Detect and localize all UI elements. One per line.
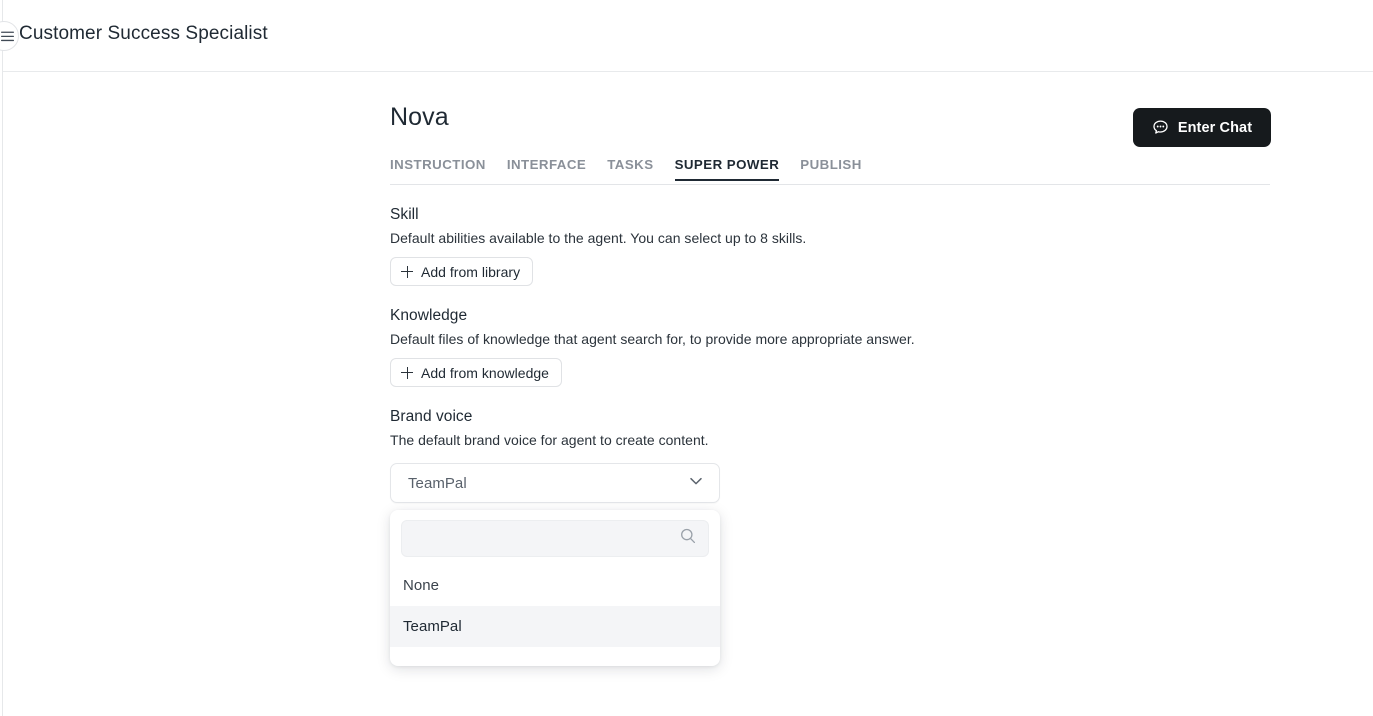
tab-instruction[interactable]: INSTRUCTION [390,156,486,181]
brand-voice-select[interactable]: TeamPal [390,463,720,503]
tab-interface[interactable]: INTERFACE [507,156,586,181]
sidebar-edge-divider [2,0,3,716]
add-from-library-label: Add from library [421,263,521,280]
knowledge-title: Knowledge [390,307,468,324]
add-from-knowledge-label: Add from knowledge [421,364,549,381]
tab-publish[interactable]: PUBLISH [800,156,862,181]
brand-voice-selected-value: TeamPal [408,474,467,492]
add-from-library-button[interactable]: Add from library [390,257,534,286]
tab-super-power[interactable]: SUPER POWER [675,156,780,181]
brand-voice-option-teampal[interactable]: TeamPal [390,606,720,647]
chevron-down-icon [687,472,705,495]
hamburger-menu-button[interactable] [0,21,19,51]
brand-voice-title: Brand voice [390,408,473,425]
brand-voice-search-wrapper[interactable] [401,520,709,557]
hamburger-menu-icon [0,31,14,42]
brand-voice-dropdown: None TeamPal [390,510,720,666]
skill-section: Skill Default abilities available to the… [390,204,1270,286]
skill-title: Skill [390,206,419,223]
skill-description: Default abilities available to the agent… [390,230,807,246]
plus-icon [401,265,413,278]
app-root: Customer Success Specialist Enter Chat N… [0,0,1373,716]
top-bar: Customer Success Specialist [0,0,1373,72]
page-title: Nova [390,103,449,131]
brand-voice-search-input[interactable] [414,530,679,547]
brand-voice-description: The default brand voice for agent to cre… [390,432,709,448]
knowledge-description: Default files of knowledge that agent se… [390,331,915,347]
plus-icon [401,366,413,379]
add-from-knowledge-button[interactable]: Add from knowledge [390,358,562,387]
main-content: Nova INSTRUCTION INTERFACE TASKS SUPER P… [390,100,1270,666]
workspace-title: Customer Success Specialist [19,23,268,44]
tab-tasks[interactable]: TASKS [607,156,653,181]
search-icon [679,527,697,550]
brand-voice-select-wrapper: TeamPal None TeamPal [390,463,720,666]
brand-voice-option-none[interactable]: None [390,565,720,606]
brand-voice-section: Brand voice The default brand voice for … [390,406,1270,666]
knowledge-section: Knowledge Default files of knowledge tha… [390,305,1270,387]
tab-bar: INSTRUCTION INTERFACE TASKS SUPER POWER … [390,156,1270,185]
